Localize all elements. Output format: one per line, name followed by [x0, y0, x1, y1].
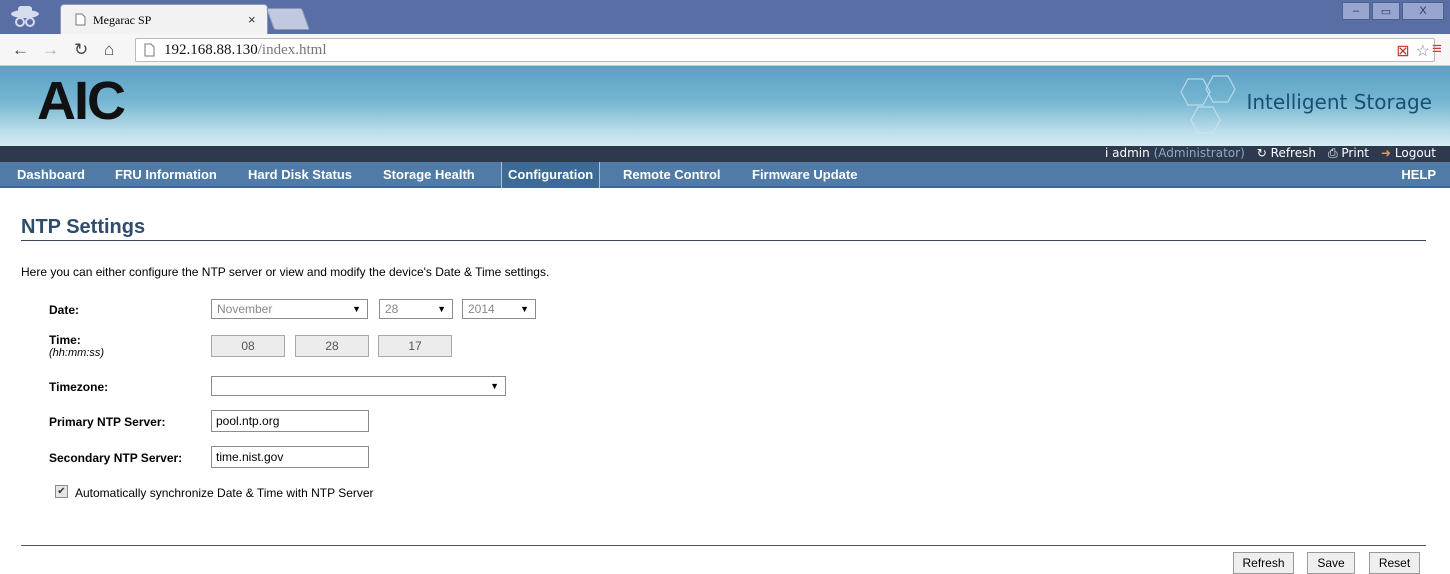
address-bar[interactable]: 192.168.88.130/index.html ⊠ ☆	[135, 38, 1435, 62]
time-format-hint: (hh:mm:ss)	[49, 347, 104, 359]
year-select[interactable]: 2014 ▼	[462, 299, 536, 319]
user-bar: ⅰ admin (Administrator) ↻ Refresh ⎙ Prin…	[0, 146, 1450, 162]
user-icon: ⅰ	[1104, 146, 1109, 160]
year-value: 2014	[468, 302, 495, 316]
nav-storage-health[interactable]: Storage Health	[383, 162, 475, 188]
refresh-icon: ↻	[1256, 146, 1267, 160]
nav-fru-information[interactable]: FRU Information	[115, 162, 217, 188]
page-description: Here you can either configure the NTP se…	[21, 265, 550, 279]
dropdown-arrow-icon: ▼	[520, 304, 529, 314]
browser-titlebar: Megarac SP × – ▭ X	[0, 0, 1450, 34]
nav-hard-disk-status[interactable]: Hard Disk Status	[248, 162, 352, 188]
page-icon	[144, 43, 155, 57]
day-select[interactable]: 28 ▼	[379, 299, 453, 319]
hour-field[interactable]: 08	[211, 335, 285, 357]
maximize-icon[interactable]: ▭	[1372, 2, 1400, 20]
dropdown-arrow-icon: ▼	[437, 304, 446, 314]
month-value: November	[217, 302, 273, 316]
print-icon: ⎙	[1327, 146, 1338, 160]
browser-menu-icon[interactable]: ≡	[1432, 39, 1442, 59]
help-link[interactable]: HELP	[1401, 162, 1436, 188]
second-field[interactable]: 17	[378, 335, 452, 357]
current-user: ⅰ admin (Administrator)	[1104, 146, 1245, 160]
header-banner: AIC Intelligent Storage	[0, 66, 1450, 146]
auto-sync-checkbox[interactable]: ✔	[55, 485, 68, 498]
new-tab-button[interactable]	[265, 8, 311, 30]
auto-sync-label: Automatically synchronize Date & Time wi…	[75, 486, 374, 500]
refresh-link[interactable]: ↻ Refresh	[1257, 146, 1316, 161]
secondary-ntp-input[interactable]: time.nist.gov	[211, 446, 369, 468]
primary-ntp-label: Primary NTP Server:	[49, 415, 166, 429]
tab-close-icon[interactable]: ×	[248, 12, 256, 27]
reset-button[interactable]: Reset	[1369, 552, 1420, 574]
bookmark-star-icon[interactable]: ☆	[1416, 41, 1430, 61]
browser-toolbar: ← → ↻ ⌂ 192.168.88.130/index.html ⊠ ☆ ≡	[0, 34, 1450, 66]
refresh-button[interactable]: Refresh	[1233, 552, 1294, 574]
save-button[interactable]: Save	[1307, 552, 1355, 574]
page-title: NTP Settings	[21, 216, 146, 238]
window-controls: – ▭ X	[1340, 2, 1444, 20]
main-nav: Dashboard FRU Information Hard Disk Stat…	[0, 162, 1450, 188]
dropdown-arrow-icon: ▼	[490, 381, 499, 391]
logout-icon: ➜	[1381, 146, 1392, 160]
tab-title: Megarac SP	[93, 13, 152, 27]
nav-firmware-update[interactable]: Firmware Update	[752, 162, 857, 188]
date-label: Date:	[49, 303, 80, 317]
timezone-label: Timezone:	[49, 380, 109, 394]
home-icon[interactable]: ⌂	[104, 40, 114, 60]
day-value: 28	[385, 302, 399, 316]
timezone-select[interactable]: ▼	[211, 376, 506, 396]
primary-ntp-input[interactable]: pool.ntp.org	[211, 410, 369, 432]
close-window-icon[interactable]: X	[1402, 2, 1444, 20]
secondary-ntp-label: Secondary NTP Server:	[49, 451, 183, 465]
tagline: Intelligent Storage	[1246, 90, 1432, 114]
title-divider	[21, 240, 1426, 241]
footer-divider	[21, 545, 1426, 546]
page-icon	[75, 13, 86, 26]
nav-remote-control[interactable]: Remote Control	[623, 162, 721, 188]
back-icon[interactable]: ←	[12, 40, 29, 60]
time-label: Time: (hh:mm:ss)	[49, 333, 104, 359]
forward-icon[interactable]: →	[42, 40, 59, 60]
hexagon-decoration-icon	[1180, 75, 1236, 134]
month-select[interactable]: November ▼	[211, 299, 368, 319]
nav-dashboard[interactable]: Dashboard	[17, 162, 85, 188]
url-text: 192.168.88.130/index.html	[164, 42, 327, 58]
dropdown-arrow-icon: ▼	[352, 304, 361, 314]
logout-link[interactable]: ➜ Logout	[1381, 146, 1436, 161]
browser-tab[interactable]: Megarac SP ×	[60, 4, 268, 34]
print-link[interactable]: ⎙ Print	[1328, 146, 1369, 161]
reload-icon[interactable]: ↻	[74, 40, 88, 60]
nav-configuration[interactable]: Configuration	[501, 162, 601, 188]
minute-field[interactable]: 28	[295, 335, 369, 357]
aic-logo: AIC	[37, 71, 126, 131]
blocked-popup-icon[interactable]: ⊠	[1396, 41, 1409, 61]
minimize-icon[interactable]: –	[1342, 2, 1370, 20]
incognito-icon	[11, 6, 39, 27]
